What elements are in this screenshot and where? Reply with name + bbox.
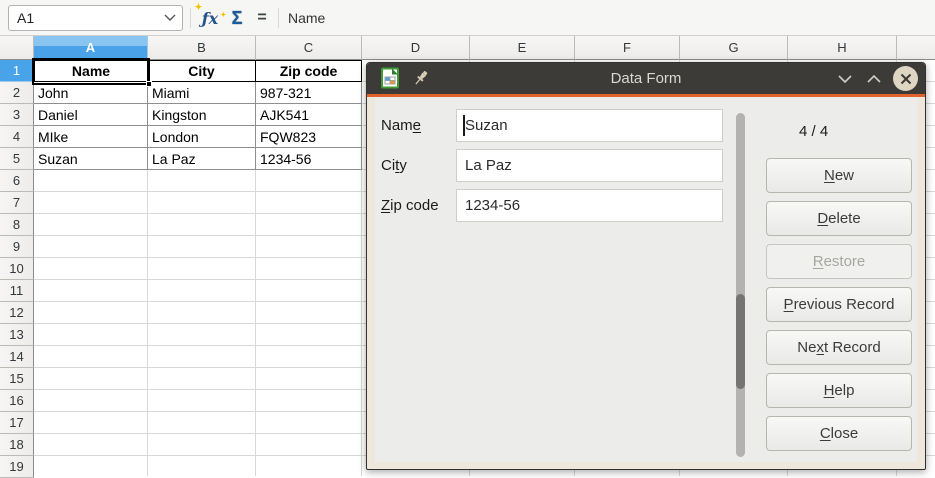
column-header-e[interactable]: E (470, 36, 575, 60)
row-header-19[interactable]: 19 (0, 456, 34, 478)
city-label: City (381, 157, 456, 174)
row-header-17[interactable]: 17 (0, 412, 34, 434)
new-button[interactable]: New (766, 158, 912, 193)
row-header-8[interactable]: 8 (0, 214, 34, 236)
cell-b3[interactable]: Kingston (148, 104, 256, 126)
data-table: Name City Zip code John Miami 987-321 Da… (34, 60, 362, 170)
text-caret (463, 115, 465, 136)
cell-c5[interactable]: 1234-56 (256, 148, 362, 170)
restore-button[interactable]: Restore (766, 244, 912, 279)
formula-toolbar: A1 ƒx Σ = Name (0, 0, 935, 36)
zip-code-field[interactable] (456, 189, 723, 222)
formula-input[interactable]: Name (288, 0, 325, 36)
cell-b1[interactable]: City (148, 60, 256, 82)
row-header-1[interactable]: 1 (0, 60, 34, 82)
cell-reference: A1 (17, 10, 34, 26)
row-header-3[interactable]: 3 (0, 104, 34, 126)
next-record-button[interactable]: Next Record (766, 330, 912, 365)
city-field[interactable] (456, 149, 723, 182)
previous-record-button[interactable]: Previous Record (766, 287, 912, 322)
column-header-a[interactable]: A (34, 36, 148, 60)
close-button[interactable] (893, 66, 918, 91)
zip-code-label: Zip code (381, 197, 456, 214)
cell-c3[interactable]: AJK541 (256, 104, 362, 126)
row-header-9[interactable]: 9 (0, 236, 34, 258)
row-header-10[interactable]: 10 (0, 258, 34, 280)
column-header-g[interactable]: G (680, 36, 788, 60)
name-field[interactable] (456, 109, 723, 142)
dialog-button-column: New Delete Restore Previous Record Next … (766, 158, 912, 451)
sum-icon[interactable]: Σ (226, 0, 248, 36)
cell-b4[interactable]: London (148, 126, 256, 148)
cell-a3[interactable]: Daniel (34, 104, 148, 126)
select-all-corner[interactable] (0, 36, 34, 60)
cell-b2[interactable]: Miami (148, 82, 256, 104)
row-header-2[interactable]: 2 (0, 82, 34, 104)
name-label: Name (381, 117, 456, 134)
row-header-5[interactable]: 5 (0, 148, 34, 170)
row-header-18[interactable]: 18 (0, 434, 34, 456)
help-button[interactable]: Help (766, 373, 912, 408)
column-header-f[interactable]: F (575, 36, 680, 60)
cell-a1[interactable]: Name (34, 60, 148, 82)
close-button-dialog[interactable]: Close (766, 416, 912, 451)
delete-button[interactable]: Delete (766, 201, 912, 236)
column-header-c[interactable]: C (256, 36, 362, 60)
row-header-4[interactable]: 4 (0, 126, 34, 148)
row-header-11[interactable]: 11 (0, 280, 34, 302)
row-header-15[interactable]: 15 (0, 368, 34, 390)
row-header-14[interactable]: 14 (0, 346, 34, 368)
cell-c1[interactable]: Zip code (256, 60, 362, 82)
cell-c4[interactable]: FQW823 (256, 126, 362, 148)
roll-up-button[interactable] (864, 63, 884, 94)
cell-c2[interactable]: 987-321 (256, 82, 362, 104)
chevron-down-icon[interactable] (164, 14, 176, 22)
cell-b5[interactable]: La Paz (148, 148, 256, 170)
formula-equals-icon[interactable]: = (252, 0, 272, 36)
name-box[interactable]: A1 (8, 5, 183, 31)
cell-a2[interactable]: John (34, 82, 148, 104)
cell-a4[interactable]: MIke (34, 126, 148, 148)
column-header-partial[interactable] (897, 36, 935, 60)
toolbar-separator (190, 8, 191, 28)
data-form-dialog: Data Form Name City Zip code 4 / 4 (366, 62, 926, 470)
cell-a5[interactable]: Suzan (34, 148, 148, 170)
dialog-content: Name City Zip code 4 / 4 New Delete Rest… (375, 97, 917, 462)
row-header-6[interactable]: 6 (0, 170, 34, 192)
row-header-16[interactable]: 16 (0, 390, 34, 412)
column-header-row: A B C D E F G H (0, 36, 935, 60)
column-header-h[interactable]: H (788, 36, 897, 60)
row-header-13[interactable]: 13 (0, 324, 34, 346)
column-header-b[interactable]: B (148, 36, 256, 60)
toolbar-separator (278, 8, 279, 28)
form-scrollbar[interactable] (736, 113, 745, 457)
column-header-d[interactable]: D (362, 36, 470, 60)
dialog-titlebar[interactable]: Data Form (367, 63, 925, 94)
record-indicator: 4 / 4 (799, 123, 828, 140)
function-wizard-icon[interactable]: ƒx (198, 0, 222, 36)
row-header-12[interactable]: 12 (0, 302, 34, 324)
scrollbar-thumb[interactable] (736, 294, 745, 389)
roll-down-button[interactable] (835, 63, 855, 94)
row-header-7[interactable]: 7 (0, 192, 34, 214)
row-header-column: 1 2 3 4 5 6 7 8 9 10 11 12 13 14 15 16 1… (0, 60, 34, 478)
